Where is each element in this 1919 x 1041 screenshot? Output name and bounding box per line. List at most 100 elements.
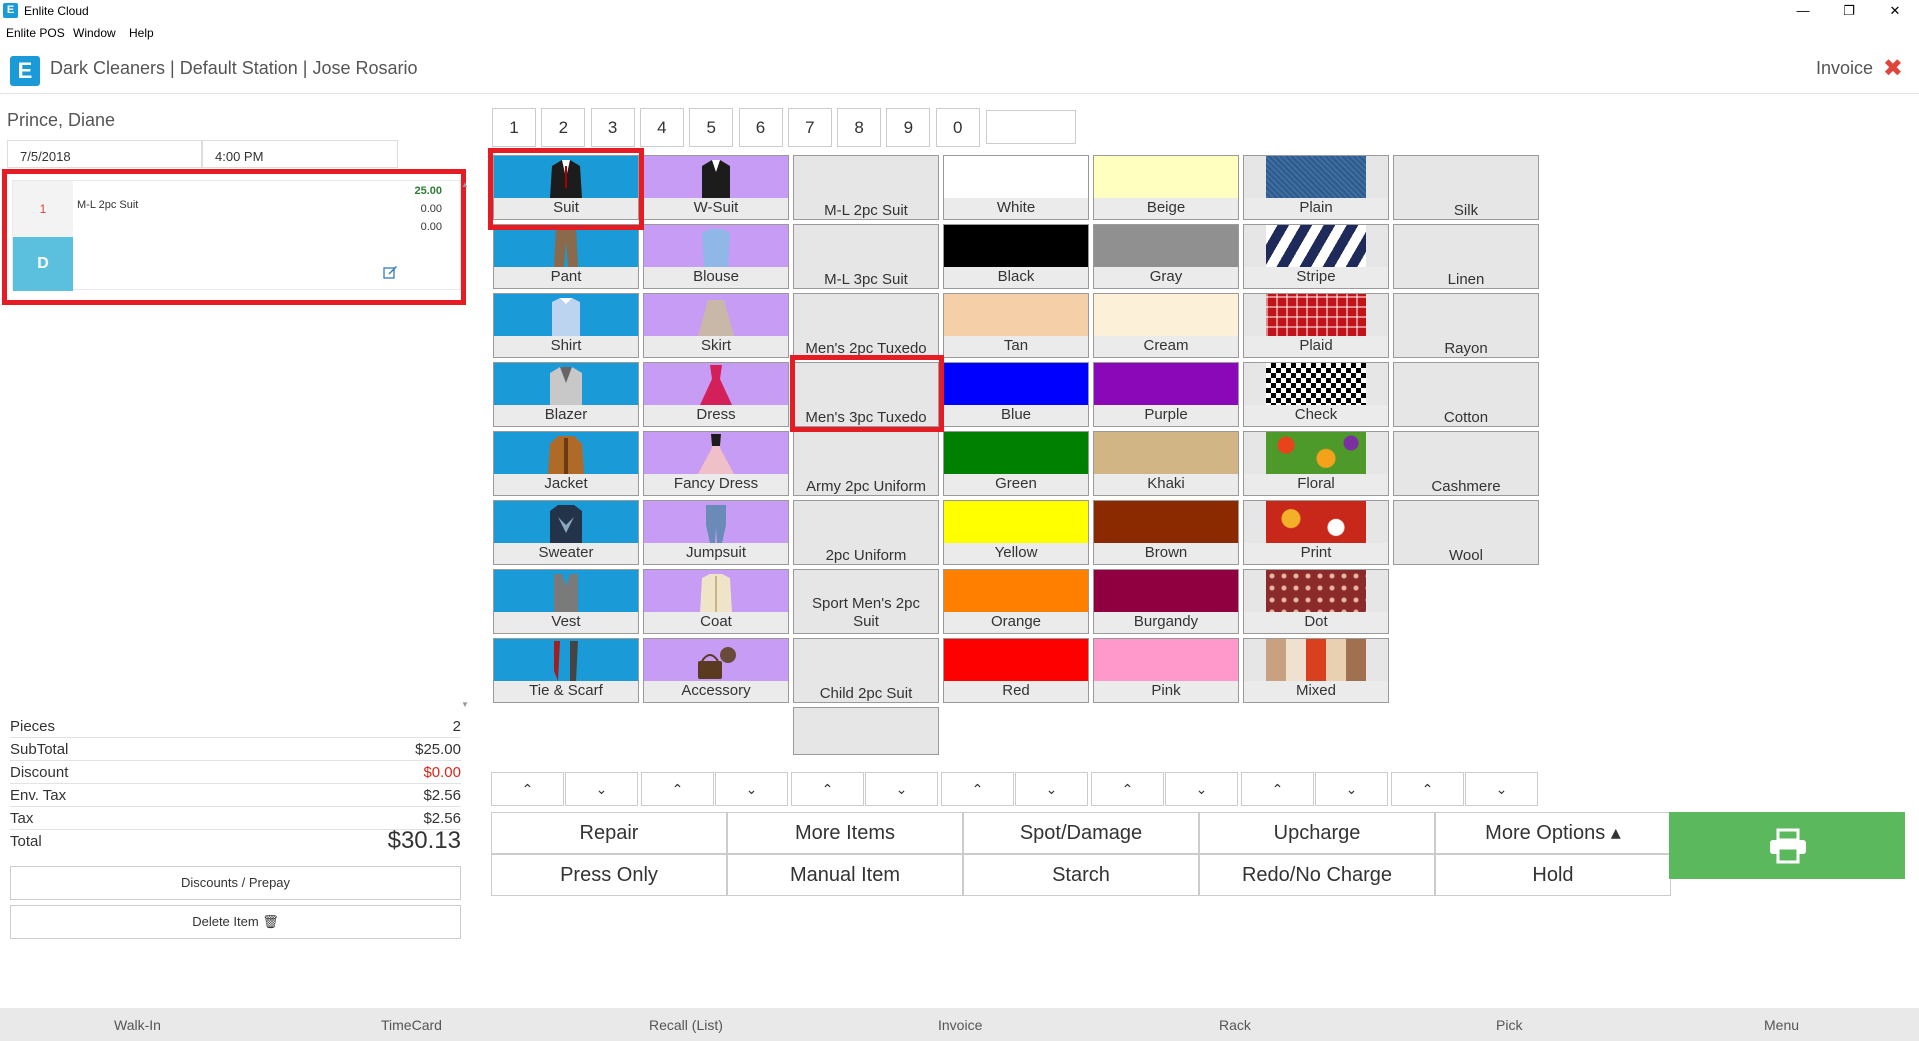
scroll-up-patterns-icon[interactable]: ⌃	[1241, 772, 1314, 806]
scroll-down-icon[interactable]: ▼	[461, 700, 469, 709]
scroll-up-icon[interactable]: ▲	[461, 180, 469, 189]
tile-gray[interactable]: Gray	[1093, 224, 1239, 289]
tile-2pc-uniform[interactable]: 2pc Uniform	[793, 500, 939, 565]
tile-dress[interactable]: Dress	[643, 362, 789, 427]
tile-wool[interactable]: Wool	[1393, 500, 1539, 565]
tile-black[interactable]: Black	[943, 224, 1089, 289]
tile-m-l-3pc-suit[interactable]: M-L 3pc Suit	[793, 224, 939, 289]
close-invoice-icon[interactable]: ✖	[1883, 54, 1903, 83]
window-close-button[interactable]: ✕	[1872, 0, 1918, 22]
date-field[interactable]: 7/5/2018	[7, 140, 202, 168]
press-only-button[interactable]: Press Only	[491, 854, 727, 896]
menu-window[interactable]: Window	[73, 26, 116, 40]
menu-enlite-pos[interactable]: Enlite POS	[6, 26, 65, 40]
manual-item-button[interactable]: Manual Item	[727, 854, 963, 896]
tile-cream[interactable]: Cream	[1093, 293, 1239, 358]
tile-shirt[interactable]: Shirt	[493, 293, 639, 358]
delete-item-button[interactable]: Delete Item 🗑	[10, 905, 461, 939]
tile-orange[interactable]: Orange	[943, 569, 1089, 634]
tile-blouse[interactable]: Blouse	[643, 224, 789, 289]
tile-tan[interactable]: Tan	[943, 293, 1089, 358]
more-items-button[interactable]: More Items	[727, 812, 963, 854]
minimize-button[interactable]: —	[1780, 0, 1826, 22]
tile-tie-scarf[interactable]: Tie & Scarf	[493, 638, 639, 703]
tile-jacket[interactable]: Jacket	[493, 431, 639, 496]
tile-purple[interactable]: Purple	[1093, 362, 1239, 427]
scroll-down-garments-men-icon[interactable]: ⌄	[565, 772, 638, 806]
tile-men-s-2pc-tuxedo[interactable]: Men's 2pc Tuxedo	[793, 293, 939, 358]
scroll-down-colors-1-icon[interactable]: ⌄	[1015, 772, 1088, 806]
tile-pant[interactable]: Pant	[493, 224, 639, 289]
tile-rayon[interactable]: Rayon	[1393, 293, 1539, 358]
quantity-input[interactable]	[986, 110, 1076, 144]
scroll-down-colors-2-icon[interactable]: ⌄	[1165, 772, 1238, 806]
number-button-9[interactable]: 9	[886, 108, 931, 147]
tile-w-suit[interactable]: W-Suit	[643, 155, 789, 220]
tile-plain[interactable]: Plain	[1243, 155, 1389, 220]
tile-fancy-dress[interactable]: Fancy Dress	[643, 431, 789, 496]
scroll-up-colors-2-icon[interactable]: ⌃	[1091, 772, 1164, 806]
tile-floral[interactable]: Floral	[1243, 431, 1389, 496]
tile-m-l-2pc-suit[interactable]: M-L 2pc Suit	[793, 155, 939, 220]
tile-pink[interactable]: Pink	[1093, 638, 1239, 703]
tile-burgandy[interactable]: Burgandy	[1093, 569, 1239, 634]
tile-beige[interactable]: Beige	[1093, 155, 1239, 220]
number-button-6[interactable]: 6	[738, 108, 783, 147]
number-button-0[interactable]: 0	[935, 108, 980, 147]
discounts-prepay-button[interactable]: Discounts / Prepay	[10, 866, 461, 900]
repair-button[interactable]: Repair	[491, 812, 727, 854]
more-options-button[interactable]: More Options ▴	[1435, 812, 1671, 854]
number-button-8[interactable]: 8	[837, 108, 882, 147]
spot-damage-button[interactable]: Spot/Damage	[963, 812, 1199, 854]
menu-help[interactable]: Help	[129, 26, 154, 40]
upcharge-button[interactable]: Upcharge	[1199, 812, 1435, 854]
number-button-4[interactable]: 4	[639, 108, 684, 147]
tile-army-2pc-uniform[interactable]: Army 2pc Uniform	[793, 431, 939, 496]
scroll-down-garments-women-icon[interactable]: ⌄	[715, 772, 788, 806]
tile-green[interactable]: Green	[943, 431, 1089, 496]
hold-button[interactable]: Hold	[1435, 854, 1671, 896]
tile-print[interactable]: Print	[1243, 500, 1389, 565]
print-button[interactable]	[1669, 812, 1905, 879]
scroll-up-specials-icon[interactable]: ⌃	[791, 772, 864, 806]
tile-child-2pc-suit[interactable]: Child 2pc Suit	[793, 638, 939, 703]
number-button-2[interactable]: 2	[541, 108, 586, 147]
scroll-down-fabrics-icon[interactable]: ⌄	[1465, 772, 1538, 806]
tile-check[interactable]: Check	[1243, 362, 1389, 427]
tile-accessory[interactable]: Accessory	[643, 638, 789, 703]
scroll-up-garments-men-icon[interactable]: ⌃	[491, 772, 564, 806]
restore-button[interactable]: ❐	[1826, 0, 1872, 22]
nav-walk-in[interactable]: Walk-In	[114, 1017, 161, 1033]
scroll-down-patterns-icon[interactable]: ⌄	[1315, 772, 1388, 806]
time-field[interactable]: 4:00 PM	[202, 140, 398, 168]
tile-cotton[interactable]: Cotton	[1393, 362, 1539, 427]
customer-name[interactable]: Prince, Diane	[7, 110, 115, 131]
scroll-up-colors-1-icon[interactable]: ⌃	[941, 772, 1014, 806]
tile-plaid[interactable]: Plaid	[1243, 293, 1389, 358]
starch-button[interactable]: Starch	[963, 854, 1199, 896]
tile-white[interactable]: White	[943, 155, 1089, 220]
tile-linen[interactable]: Linen	[1393, 224, 1539, 289]
tile-blue[interactable]: Blue	[943, 362, 1089, 427]
tile-stripe[interactable]: Stripe	[1243, 224, 1389, 289]
tile-dot[interactable]: Dot	[1243, 569, 1389, 634]
tile-coat[interactable]: Coat	[643, 569, 789, 634]
number-button-5[interactable]: 5	[689, 108, 734, 147]
tile-brown[interactable]: Brown	[1093, 500, 1239, 565]
tile-2pc-men-s-ultra[interactable]: 2pc Men's Ultra	[793, 707, 939, 755]
tile-cashmere[interactable]: Cashmere	[1393, 431, 1539, 496]
tile-khaki[interactable]: Khaki	[1093, 431, 1239, 496]
tile-skirt[interactable]: Skirt	[643, 293, 789, 358]
nav-timecard[interactable]: TimeCard	[381, 1017, 442, 1033]
tile-sweater[interactable]: Sweater	[493, 500, 639, 565]
tile-blazer[interactable]: Blazer	[493, 362, 639, 427]
nav-invoice[interactable]: Invoice	[938, 1017, 982, 1033]
nav-recall-list[interactable]: Recall (List)	[649, 1017, 723, 1033]
scroll-up-garments-women-icon[interactable]: ⌃	[641, 772, 714, 806]
tile-mixed[interactable]: Mixed	[1243, 638, 1389, 703]
tile-jumpsuit[interactable]: Jumpsuit	[643, 500, 789, 565]
tile-silk[interactable]: Silk	[1393, 155, 1539, 220]
number-button-1[interactable]: 1	[492, 108, 536, 147]
redo-no-charge-button[interactable]: Redo/No Charge	[1199, 854, 1435, 896]
tile-sport-men-s-2pc-suit[interactable]: Sport Men's 2pc Suit	[793, 569, 939, 634]
